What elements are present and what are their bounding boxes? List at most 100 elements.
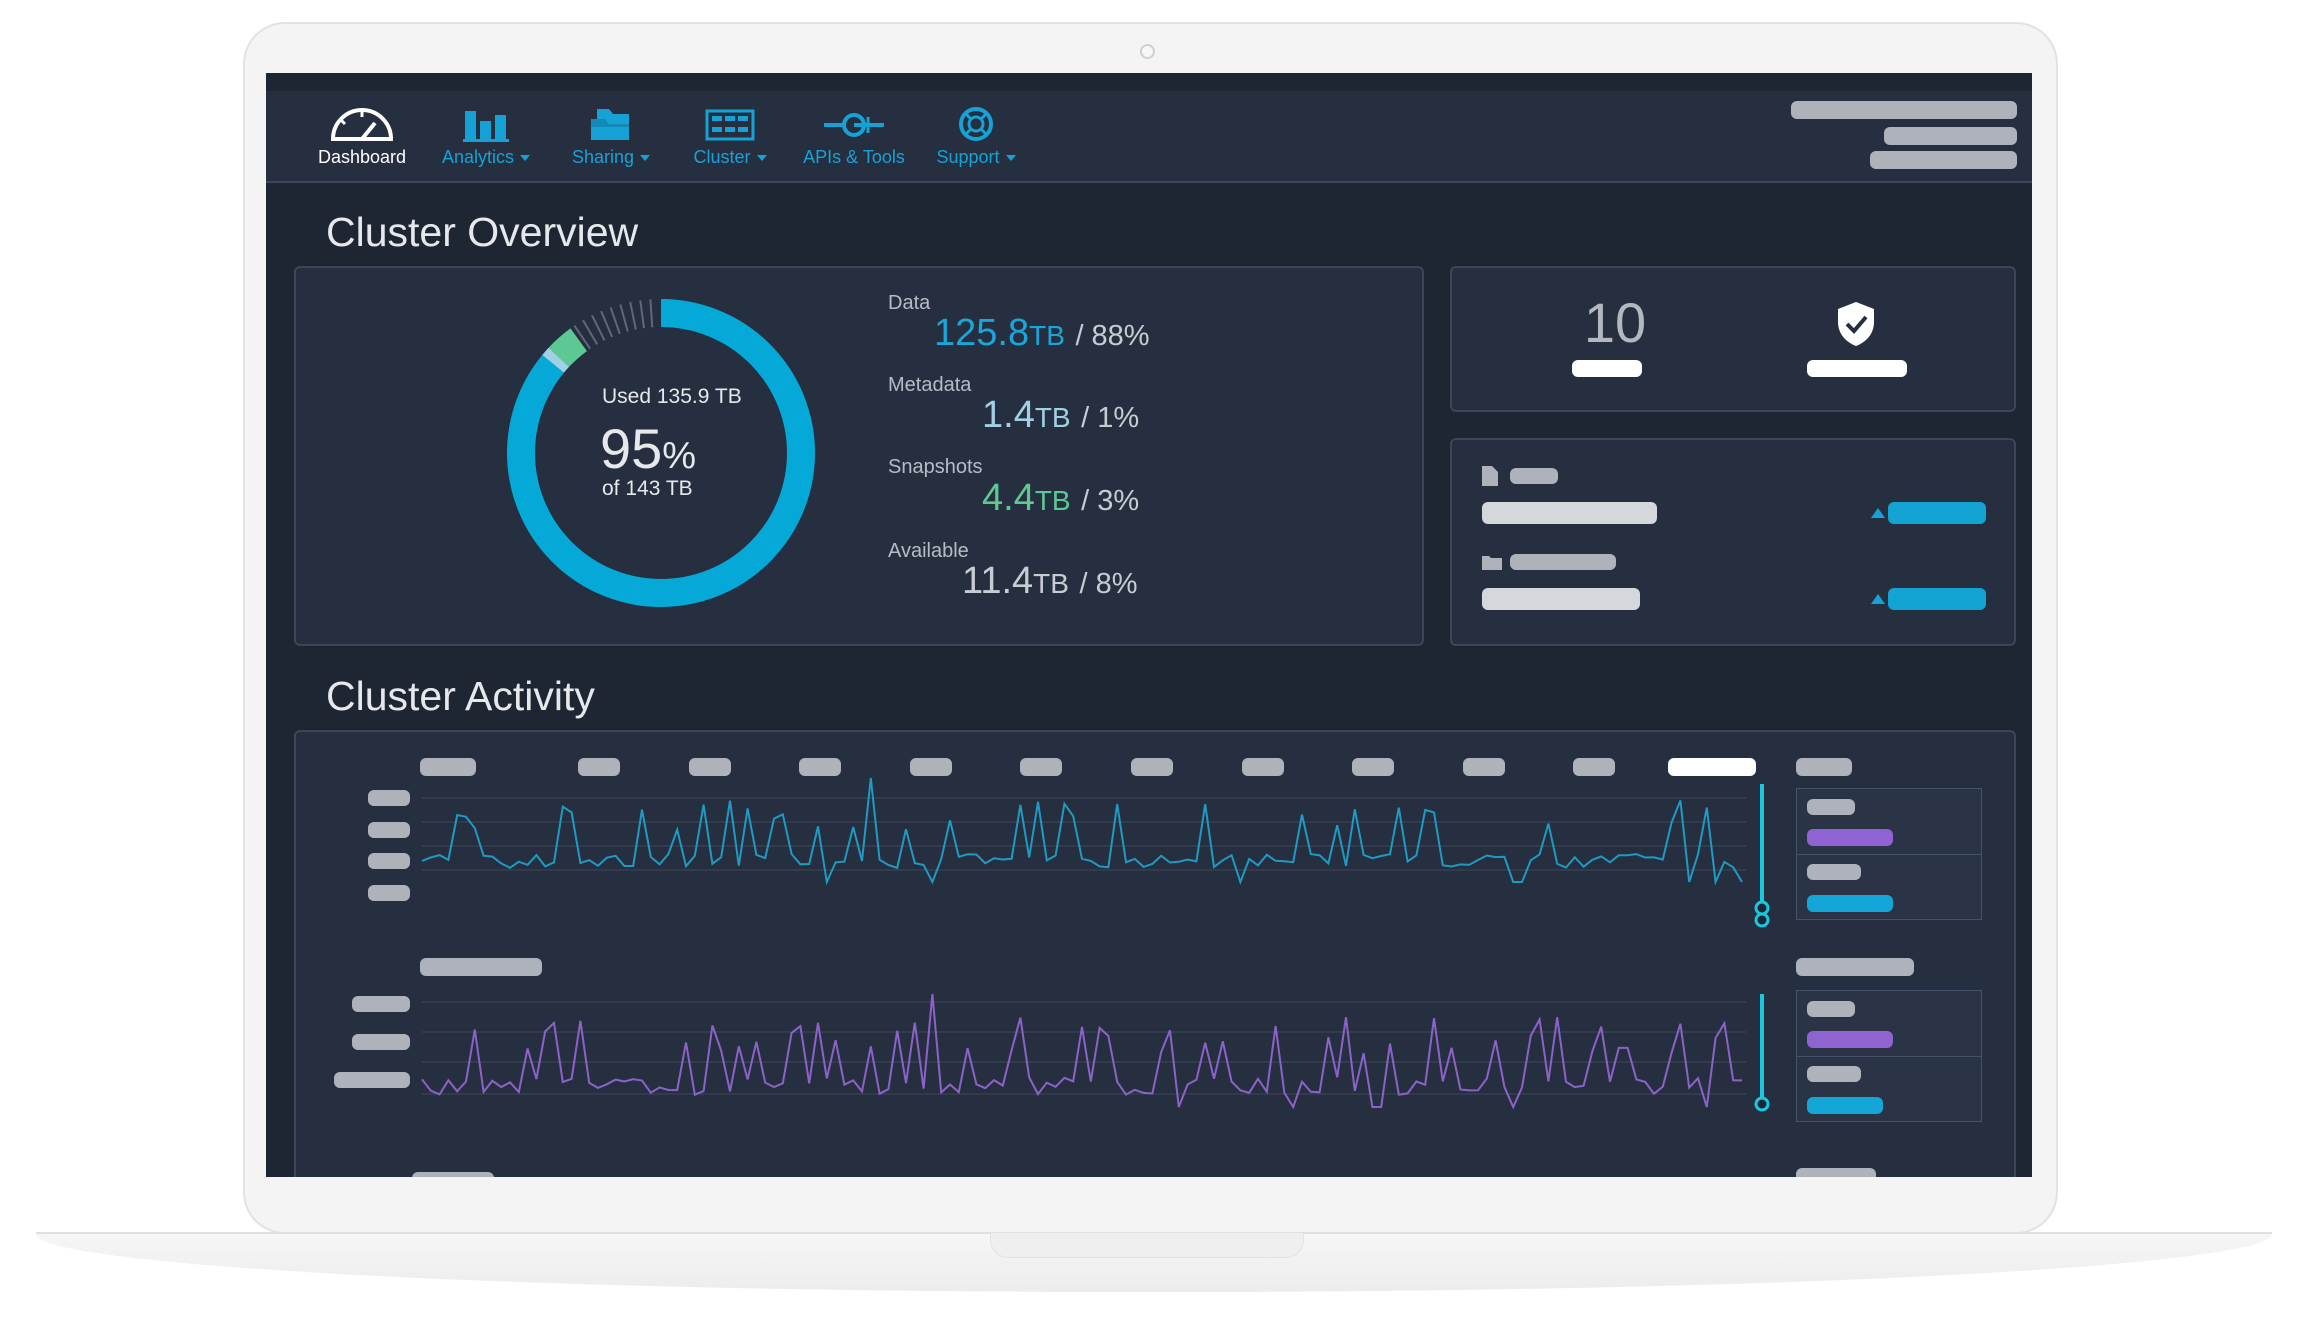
- chevron-down-icon: [520, 155, 531, 162]
- folders-label-placeholder: [1510, 554, 1616, 570]
- activity-charts[interactable]: [296, 732, 2018, 1177]
- stat-metadata-label: Metadata: [888, 374, 972, 396]
- health-status-placeholder: [1807, 360, 1907, 377]
- stat-metadata-number: 1.4: [982, 394, 1035, 436]
- capacity-panel: Used 135.9 TB 95% of 143 TB Data 125.8TB…: [294, 266, 1424, 646]
- app-screen: Dashboard Analytics Sharing Cluster APIs…: [266, 73, 2032, 1177]
- server-rack-icon: [705, 109, 755, 141]
- user-info-placeholder[interactable]: [1791, 101, 2017, 119]
- nav-apis-tools-label: APIs & Tools: [803, 147, 905, 167]
- user-info-placeholder: [1870, 151, 2017, 169]
- stat-available-value: 11.4TB / 8%: [962, 560, 1138, 603]
- stat-data-value: 125.8TB / 88%: [934, 312, 1150, 355]
- files-count-placeholder: [1482, 502, 1657, 524]
- legend-blue-swatch: [1807, 895, 1893, 912]
- shared-folders-icon: [591, 109, 629, 140]
- file-icon: [1482, 466, 1498, 486]
- stat-available-number: 11.4: [962, 560, 1034, 602]
- used-percent-value: 95: [600, 417, 663, 480]
- nav-support[interactable]: Support: [926, 105, 1026, 168]
- percent-sign: %: [662, 435, 697, 477]
- available-tick: [609, 307, 621, 335]
- stat-snapshots-number: 4.4: [982, 477, 1035, 519]
- cursor-handle[interactable]: [1754, 900, 1770, 916]
- legend-purple-swatch: [1807, 1031, 1893, 1048]
- laptop-notch: [990, 1233, 1304, 1258]
- stat-available-share: / 8%: [1079, 568, 1138, 600]
- trend-up-icon: [1871, 594, 1885, 604]
- stat-available-label: Available: [888, 540, 969, 562]
- used-label: Used 135.9 TB: [602, 385, 742, 408]
- nav-apis-tools[interactable]: APIs & Tools: [792, 105, 916, 168]
- summary-panel: 10: [1450, 266, 2016, 412]
- top-navigation: Dashboard Analytics Sharing Cluster APIs…: [266, 91, 2032, 183]
- files-label-placeholder: [1510, 468, 1558, 484]
- files-change-placeholder: [1888, 502, 1986, 524]
- available-tick: [649, 299, 654, 328]
- legend-purple-swatch: [1807, 829, 1893, 846]
- nav-sharing[interactable]: Sharing: [556, 105, 666, 168]
- nav-support-label: Support: [936, 147, 1000, 167]
- stat-snapshots-label: Snapshots: [888, 456, 983, 478]
- chevron-down-icon: [640, 155, 651, 162]
- stat-metadata-unit: TB: [1034, 402, 1071, 433]
- nav-cluster[interactable]: Cluster: [678, 105, 782, 168]
- plug-connector-icon: [824, 113, 884, 137]
- cursor-handle[interactable]: [1754, 1096, 1770, 1112]
- activity-panel: [294, 730, 2016, 1177]
- stat-available-unit: TB: [1033, 568, 1069, 599]
- legend-title-placeholder: [1796, 758, 1852, 776]
- stat-snapshots-value: 4.4TB / 3%: [982, 477, 1139, 520]
- folders-change-placeholder: [1888, 588, 1986, 610]
- cluster-overview-title: Cluster Overview: [326, 209, 639, 255]
- legend-title-placeholder: [1796, 1168, 1876, 1177]
- nav-dashboard[interactable]: Dashboard: [306, 105, 418, 168]
- lifebuoy-icon: [959, 107, 993, 141]
- stat-data-label: Data: [888, 292, 931, 314]
- legend-divider: [1797, 1056, 1981, 1057]
- legend-blue-swatch: [1807, 1097, 1883, 1114]
- nav-sharing-label: Sharing: [571, 147, 635, 167]
- stat-snapshots-unit: TB: [1034, 485, 1071, 516]
- legend-label-placeholder: [1807, 1066, 1861, 1082]
- node-count: 10: [1583, 291, 1647, 354]
- legend-label-placeholder: [1807, 864, 1861, 880]
- available-tick: [639, 300, 646, 329]
- nav-cluster-label: Cluster: [693, 147, 751, 167]
- legend-label-placeholder: [1807, 799, 1855, 815]
- nav-analytics-label: Analytics: [441, 147, 515, 167]
- available-tick: [591, 314, 606, 341]
- stat-data-share: / 88%: [1075, 320, 1150, 352]
- nav-dashboard-label: Dashboard: [317, 147, 407, 167]
- used-percent: 95%: [600, 416, 696, 481]
- files-panel: [1450, 438, 2016, 646]
- chevron-down-icon: [756, 155, 767, 162]
- activity-series-2: [421, 993, 1742, 1110]
- stat-data-unit: TB: [1029, 320, 1065, 351]
- folders-count-placeholder: [1482, 588, 1640, 610]
- webcam-icon: [1140, 44, 1155, 59]
- nav-analytics[interactable]: Analytics: [426, 105, 546, 168]
- total-capacity-label: of 143 TB: [602, 477, 693, 500]
- speedometer-icon: [331, 108, 393, 141]
- legend-box-1: [1796, 788, 1982, 920]
- activity-series-1: [421, 777, 1743, 886]
- stat-metadata-share: / 1%: [1081, 402, 1140, 434]
- shield-check-icon: [1838, 302, 1874, 346]
- stat-data-number: 125.8: [934, 312, 1030, 354]
- cluster-activity-title: Cluster Activity: [326, 673, 595, 719]
- bar-chart-icon: [463, 111, 509, 142]
- cursor-handle[interactable]: [1754, 912, 1770, 928]
- node-count-caption-placeholder: [1572, 360, 1642, 377]
- trend-up-icon: [1871, 508, 1885, 518]
- chevron-down-icon: [1005, 155, 1016, 162]
- stat-snapshots-share: / 3%: [1081, 485, 1140, 517]
- legend-divider: [1797, 854, 1981, 855]
- user-info-placeholder: [1884, 127, 2017, 145]
- stat-metadata-value: 1.4TB / 1%: [982, 394, 1139, 437]
- legend-title-placeholder: [1796, 958, 1914, 976]
- legend-label-placeholder: [1807, 1001, 1855, 1017]
- available-tick: [619, 304, 629, 332]
- folder-icon: [1482, 556, 1502, 570]
- available-tick: [629, 301, 637, 330]
